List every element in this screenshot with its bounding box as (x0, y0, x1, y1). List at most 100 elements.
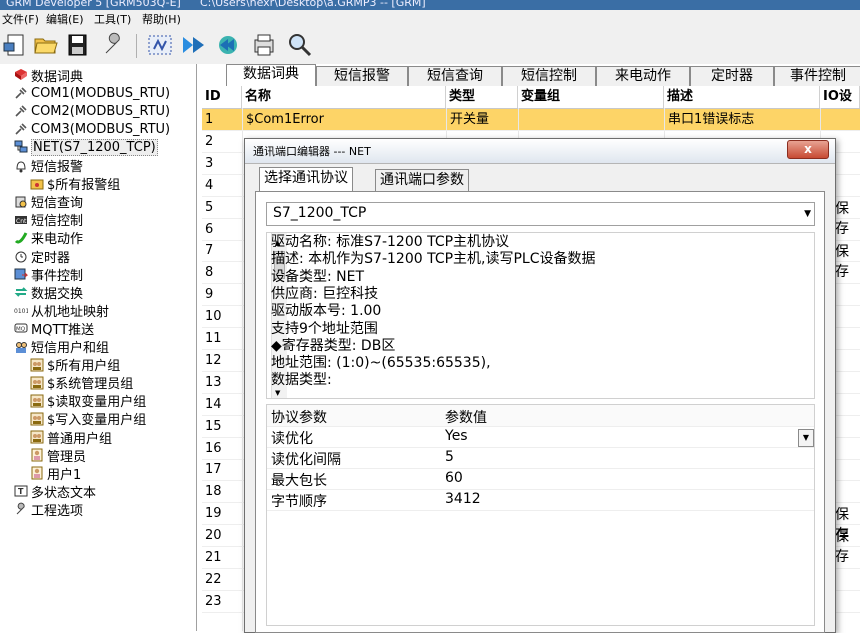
row-id[interactable]: 19 (202, 503, 245, 525)
dialog-close-button[interactable]: x (787, 140, 829, 159)
device-print-icon[interactable] (250, 31, 278, 59)
param-row-interval[interactable]: 读优化间隔 5 (267, 447, 814, 469)
tree-item[interactable]: COM1(MODBUS_RTU) (14, 84, 170, 102)
param-row-byte-order[interactable]: 字节顺序 3412 (267, 489, 814, 511)
tree-item[interactable]: 数据交换 (14, 283, 83, 302)
col-group-header[interactable]: 变量组 (518, 86, 664, 108)
row-id[interactable]: 6 (202, 219, 245, 241)
tree-item-label: COM1(MODBUS_RTU) (31, 85, 171, 101)
row-id[interactable]: 5 (202, 197, 245, 219)
tab-event-control[interactable]: 事件控制 (774, 66, 860, 86)
row-id[interactable]: 4 (202, 175, 245, 197)
tree-item[interactable]: 短信报警 (14, 157, 83, 175)
tree-item[interactable]: 来电动作 (14, 229, 83, 247)
tab-timer[interactable]: 定时器 (690, 66, 774, 86)
tree-item-label: $读取变量用户组 (47, 395, 147, 411)
tree-item[interactable]: $所有报警组 (30, 175, 120, 193)
tab-port-params[interactable]: 通讯端口参数 (375, 169, 469, 191)
row-id[interactable]: 20 (202, 525, 245, 547)
row-id[interactable]: 11 (202, 328, 245, 350)
row-id[interactable]: 10 (202, 306, 245, 328)
upload-icon[interactable] (214, 31, 242, 59)
tree-item[interactable]: $写入变量用户组 (30, 410, 146, 428)
tree-item[interactable]: $读取变量用户组 (30, 392, 146, 410)
tree-item[interactable]: 数据词典 (14, 66, 84, 85)
query-icon (14, 195, 28, 209)
row-id[interactable]: 9 (202, 284, 245, 306)
protocol-select[interactable]: S7_1200_TCP ▼ (266, 202, 815, 226)
param-row-read-optimize[interactable]: 读优化 Yes ▼ (267, 426, 814, 448)
row-id[interactable]: 21 (202, 547, 245, 569)
tree-item[interactable]: 短信查询 (14, 193, 83, 211)
row-id[interactable]: 22 (202, 569, 245, 591)
table-row-selected[interactable]: 1 $Com1Error 开关量 串口1错误标志 (202, 109, 860, 130)
svg-text:MQ: MQ (16, 327, 26, 333)
tree-item[interactable]: Cnt 短信控制 (14, 211, 83, 229)
param-value[interactable]: 5 (445, 449, 454, 465)
tab-sms-alarm[interactable]: 短信报警 (316, 66, 408, 86)
save-icon[interactable] (64, 31, 92, 59)
tools-wrench-icon[interactable] (100, 31, 128, 59)
param-value[interactable]: 3412 (445, 491, 481, 507)
menu-edit[interactable]: 编辑(E) (46, 11, 84, 27)
tree-item[interactable]: COM3(MODBUS_RTU) (14, 120, 170, 138)
row-id[interactable]: 14 (202, 394, 245, 416)
tree-item[interactable]: 事件控制 (14, 265, 83, 284)
menu-help[interactable]: 帮助(H) (142, 11, 181, 27)
new-file-icon[interactable] (2, 31, 30, 59)
tab-sms-query[interactable]: 短信查询 (408, 66, 502, 86)
tree-item[interactable]: COM2(MODBUS_RTU) (14, 102, 170, 120)
menu-file[interactable]: 文件(F) (2, 11, 39, 27)
compile-icon[interactable] (146, 31, 174, 59)
tree-item[interactable]: 定时器 (14, 247, 70, 266)
tab-data-dictionary[interactable]: 数据词典 (226, 64, 316, 87)
tree-item[interactable]: 工程选项 (14, 500, 83, 519)
project-tree: 数据词典 COM1(MODBUS_RTU) COM2(MODBUS_RTU) COM3… (0, 64, 197, 631)
row-id[interactable]: 13 (202, 372, 245, 394)
tab-select-protocol[interactable]: 选择通讯协议 (259, 167, 353, 192)
menu-tools[interactable]: 工具(T) (94, 11, 131, 27)
tree-item[interactable]: $所有用户组 (30, 356, 120, 374)
search-icon[interactable] (286, 31, 314, 59)
row-id[interactable]: 15 (202, 416, 245, 438)
driver-info-line: 驱动名称: 标准S7-1200 TCP主机协议 (271, 234, 510, 250)
row-id[interactable]: 18 (202, 481, 245, 503)
col-io-header[interactable]: IO设 (820, 86, 860, 108)
tree-item-label: MQTT推送 (31, 322, 95, 338)
open-folder-icon[interactable] (32, 31, 60, 59)
row-id[interactable]: 7 (202, 240, 245, 262)
col-type-header[interactable]: 类型 (446, 86, 518, 108)
param-value[interactable]: Yes (445, 428, 468, 444)
tree-item[interactable]: MQ MQTT推送 (14, 319, 95, 338)
tree-item[interactable]: 0101 从机地址映射 (14, 301, 109, 320)
dialog-titlebar[interactable]: 通讯端口编辑器 --- NET x (245, 139, 835, 164)
tree-item[interactable]: 管理员 (30, 446, 86, 465)
row-id[interactable]: 12 (202, 350, 245, 372)
row-id[interactable]: 23 (202, 591, 245, 613)
row-id[interactable]: 3 (202, 153, 245, 175)
tree-item[interactable]: NET(S7_1200_TCP) (14, 138, 158, 156)
tree-item-label: 数据词典 (31, 69, 84, 85)
col-desc-header[interactable]: 描述 (664, 86, 820, 108)
tree-item[interactable]: 用户1 (30, 464, 81, 483)
param-value[interactable]: 60 (445, 470, 463, 486)
tab-sms-control[interactable]: 短信控制 (502, 66, 596, 86)
col-id-header[interactable]: ID (202, 86, 242, 108)
tree-item[interactable]: $系统管理员组 (30, 374, 133, 392)
col-name-header[interactable]: 名称 (242, 86, 446, 108)
text-icon: T (14, 484, 28, 498)
row-id[interactable]: 8 (202, 262, 245, 284)
row-id[interactable]: 17 (202, 459, 245, 481)
tree-item[interactable]: 普通用户组 (30, 428, 112, 447)
tree-item[interactable]: 短信用户和组 (14, 338, 109, 356)
param-dropdown-icon[interactable]: ▼ (798, 429, 814, 447)
chevron-down-icon[interactable]: ▼ (804, 209, 811, 219)
row-id[interactable]: 16 (202, 438, 245, 460)
row-id[interactable]: 2 (202, 131, 245, 153)
tab-call-action[interactable]: 来电动作 (596, 66, 690, 86)
tree-item-label: COM2(MODBUS_RTU) (31, 103, 171, 119)
plug-icon (14, 86, 28, 100)
tree-item[interactable]: T 多状态文本 (14, 482, 96, 501)
download-icon[interactable] (180, 31, 208, 59)
param-row-max-packet[interactable]: 最大包长 60 (267, 468, 814, 490)
